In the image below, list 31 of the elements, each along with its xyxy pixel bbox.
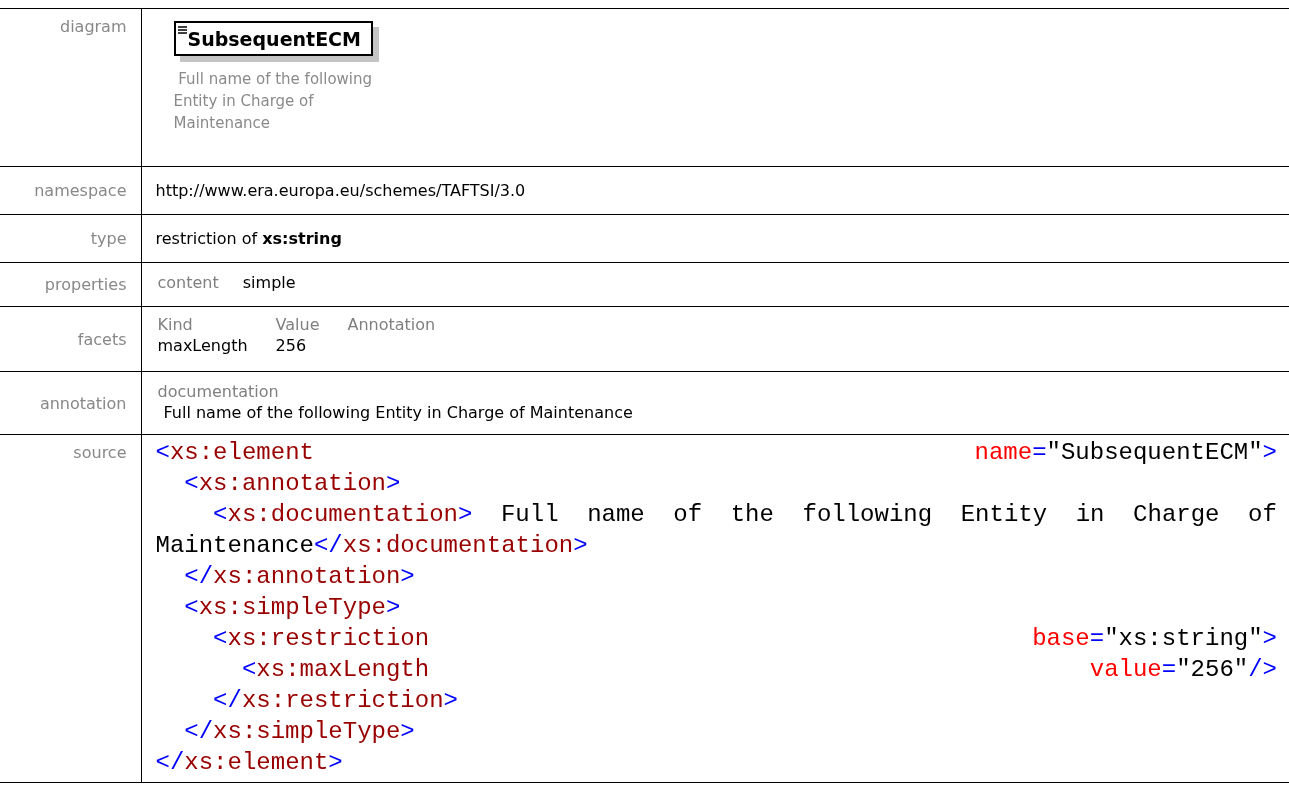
facet-cell: maxLength (157, 336, 276, 357)
row-label: diagram (59, 17, 127, 36)
code-line: <xs:simpleType> (183, 593, 402, 623)
code-line: </xs:simpleType> (183, 717, 416, 747)
code-line: <xs:annotation> (183, 469, 402, 499)
row-label: type (90, 229, 127, 248)
row-label: namespace (34, 181, 127, 200)
element-caption: Full name of the following Entity in Charge of Maintenance (173, 69, 374, 134)
column-header: Value (275, 315, 348, 336)
code-line: <xs:maxLength value="256"/> (240, 655, 1277, 685)
lines-icon (177, 26, 188, 34)
code-line: <xs:restriction base="xs:string"> (212, 624, 1277, 654)
code-line: <xs:documentation> Full name of the following Entity in Charge of (212, 500, 1277, 530)
annotation-text: Full name of the following Entity in Charge of Maintenance (162, 403, 634, 422)
code-line: </xs:restriction> (212, 686, 459, 716)
column-header: Annotation (347, 315, 437, 336)
annotation-heading: documentation (157, 382, 280, 401)
row-label: facets (77, 329, 127, 349)
row-label: properties (44, 275, 127, 294)
code-line: </xs:annotation> (183, 562, 416, 592)
row-label: source (73, 443, 127, 462)
row-label: annotation (39, 393, 127, 413)
code-line: <xs:element name="SubsequentECM"> (155, 438, 1277, 468)
code-line: </xs:element> (155, 748, 344, 778)
property-name: content (157, 273, 219, 292)
type-text: restriction of xs:string (155, 229, 342, 248)
column-header: Kind (157, 315, 276, 336)
facet-cell-text: 256 (275, 336, 308, 357)
property-value: simple (242, 273, 296, 292)
namespace-text: http://www.era.europa.eu/schemes/TAFTSI/3.0 (155, 181, 526, 200)
code-line: Maintenance</xs:documentation> (155, 531, 589, 561)
